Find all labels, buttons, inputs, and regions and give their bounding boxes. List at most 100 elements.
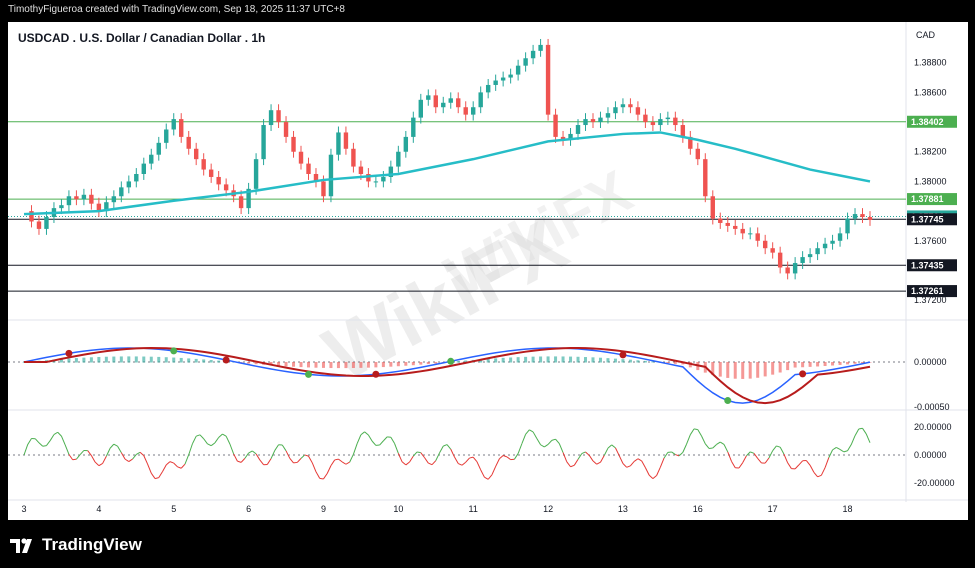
oscillator-segment <box>229 443 235 455</box>
macd-histogram-bar <box>366 362 370 368</box>
candle-body <box>635 107 641 115</box>
macd-histogram-bar <box>284 362 288 367</box>
candle-body <box>44 217 49 229</box>
oscillator-segment <box>109 443 115 449</box>
candle-body <box>680 125 686 137</box>
macd-histogram-bar <box>823 362 827 367</box>
oscillator-segment <box>222 433 227 437</box>
candle-body <box>508 74 513 78</box>
oscillator-segment <box>615 447 620 456</box>
oscillator-segment <box>124 458 130 462</box>
oscillator-segment <box>356 434 362 444</box>
candle-body <box>658 119 663 126</box>
macd-histogram-bar <box>74 358 78 363</box>
level-price-tag: 1.37745 <box>907 213 957 226</box>
oscillator-segment <box>424 457 429 464</box>
macd-histogram-bar <box>404 362 408 366</box>
oscillator-segment <box>143 455 148 465</box>
moving-average-line <box>23 131 871 216</box>
oscillator-segment <box>506 456 511 461</box>
macd-histogram-bar <box>299 362 303 368</box>
oscillator-segment <box>633 458 639 462</box>
oscillator-segment <box>697 429 702 437</box>
oscillator-tick-label: -20.00000 <box>914 478 955 488</box>
oscillator-segment <box>487 474 493 480</box>
tradingview-logo[interactable]: TradingView <box>10 534 142 556</box>
macd-histogram-bar <box>546 356 550 363</box>
candle-body <box>628 104 633 108</box>
oscillator-segment <box>648 474 654 479</box>
oscillator-segment <box>49 434 55 441</box>
candle-body <box>770 248 775 253</box>
oscillator-segment <box>547 440 553 445</box>
oscillator-segment <box>603 447 609 456</box>
macd-histogram-bar <box>643 360 647 363</box>
macd-histogram-bar <box>494 358 498 363</box>
candle-body <box>74 196 79 200</box>
oscillator-segment <box>274 444 279 451</box>
oscillator-segment <box>308 455 313 463</box>
oscillator-segment <box>248 450 253 454</box>
macd-histogram-bar <box>726 362 730 378</box>
oscillator-segment <box>218 433 223 438</box>
candle-body <box>493 80 498 85</box>
candle-body <box>336 132 341 155</box>
oscillator-segment <box>577 453 583 460</box>
oscillator-segment <box>296 458 302 463</box>
candle-body <box>553 114 558 137</box>
oscillator-segment <box>630 461 635 467</box>
oscillator-segment <box>266 458 272 465</box>
oscillator-segment <box>768 450 774 459</box>
macd-tick-label: -0.00050 <box>914 402 950 412</box>
candle-body <box>523 58 528 66</box>
oscillator-segment <box>809 465 815 473</box>
oscillator-segment <box>652 475 657 479</box>
oscillator-segment <box>641 460 646 468</box>
oscillator-segment <box>199 434 205 440</box>
macd-histogram-bar <box>194 358 198 363</box>
candle-body <box>718 218 723 223</box>
macd-histogram-bar <box>351 362 355 369</box>
oscillator-segment <box>611 444 616 449</box>
candle-body <box>36 221 42 229</box>
level-price-tag: 1.37261 <box>907 285 957 298</box>
candle-body <box>411 117 416 137</box>
candle-body <box>590 119 596 123</box>
oscillator-segment <box>862 428 867 435</box>
macd-cross-marker <box>372 370 380 378</box>
oscillator-segment <box>558 443 564 453</box>
candle-body <box>748 233 753 235</box>
oscillator-segment <box>544 444 549 448</box>
oscillator-segment <box>244 452 250 459</box>
macd-histogram-bar <box>329 362 333 369</box>
oscillator-segment <box>644 467 650 476</box>
x-tick-label: 17 <box>768 504 778 514</box>
macd-histogram-bar <box>396 362 400 367</box>
oscillator-segment <box>513 453 519 460</box>
macd-histogram-bar <box>157 356 161 363</box>
candle-body <box>381 176 386 182</box>
oscillator-segment <box>622 463 628 468</box>
macd-histogram-bar <box>426 362 430 365</box>
macd-histogram-bar <box>419 362 423 365</box>
x-tick-label: 3 <box>21 504 26 514</box>
macd-cross-marker <box>304 370 312 378</box>
candle-body <box>216 176 221 185</box>
x-tick-label: 11 <box>469 504 478 514</box>
candle-body <box>426 95 431 100</box>
oscillator-segment <box>742 455 747 463</box>
oscillator-segment <box>214 437 220 444</box>
oscillator-segment <box>117 445 122 453</box>
candle-body <box>575 125 581 134</box>
oscillator-segment <box>289 457 294 464</box>
macd-histogram-bar <box>411 362 415 366</box>
macd-histogram-bar <box>247 362 251 364</box>
macd-histogram-bar <box>389 362 393 367</box>
candle-body <box>800 257 805 264</box>
oscillator-segment <box>671 451 676 455</box>
oscillator-segment <box>315 471 321 479</box>
macd-histogram-bar <box>846 362 850 365</box>
oscillator-segment <box>686 434 691 445</box>
oscillator-segment <box>203 438 208 445</box>
macd-histogram-bar <box>628 359 632 363</box>
